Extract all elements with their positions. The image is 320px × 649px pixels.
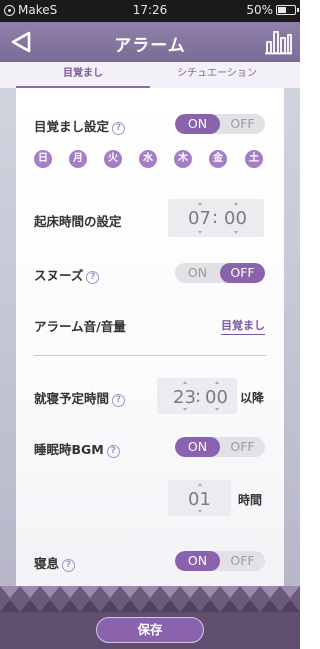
sleep-breath-row: 寝息?	[34, 553, 76, 572]
duration-down-icon[interactable]	[198, 510, 202, 513]
alarm-setting-toggle[interactable]: ON OFF	[175, 114, 265, 134]
sleep-breath-toggle[interactable]: ON OFF	[175, 551, 265, 571]
day-saturday[interactable]: 土	[245, 150, 263, 168]
bedtime-separator: :	[195, 386, 202, 407]
day-thursday[interactable]: 木	[174, 150, 192, 168]
alarm-sound-link[interactable]: 目覚まし	[221, 317, 265, 335]
toggle-off[interactable]: OFF	[220, 114, 265, 134]
help-icon[interactable]: ?	[62, 559, 76, 572]
bgm-duration-unit: 時間	[238, 493, 263, 507]
weekday-selector: 日 月 火 水 木 金 土	[34, 150, 266, 170]
wake-hour-up-icon[interactable]	[198, 202, 202, 205]
help-icon[interactable]: ?	[106, 445, 120, 458]
day-tuesday[interactable]: 火	[104, 150, 122, 168]
side-decoration-right	[284, 88, 300, 586]
day-sunday[interactable]: 日	[34, 150, 52, 168]
alarm-setting-row: 目覚まし設定?	[34, 116, 126, 135]
toggle-on[interactable]: ON	[175, 114, 220, 134]
sleep-bgm-row: 睡眠時BGM?	[34, 439, 120, 458]
wake-hour-down-icon[interactable]	[198, 231, 202, 234]
bedtime-hour-down-icon[interactable]	[183, 408, 187, 411]
alarm-sound-label: アラーム音/音量	[34, 319, 126, 334]
sleep-breath-label: 寝息	[34, 556, 60, 571]
bgm-duration-value[interactable]: 01	[188, 489, 211, 510]
bedtime-row: 就寝予定時間?	[34, 388, 126, 407]
tab-bar: 目覚まし シチュエーション	[0, 62, 300, 88]
sleep-bgm-label: 睡眠時BGM	[34, 442, 104, 457]
day-monday[interactable]: 月	[69, 150, 87, 168]
footer-pattern	[0, 586, 300, 612]
alarm-setting-label: 目覚まし設定	[34, 119, 110, 134]
toggle-off[interactable]: OFF	[220, 551, 265, 571]
status-battery: 50%	[246, 3, 299, 17]
toggle-on[interactable]: ON	[175, 551, 220, 571]
duration-up-icon[interactable]	[198, 483, 202, 486]
bedtime-hour-up-icon[interactable]	[183, 381, 187, 384]
bar-chart-icon[interactable]	[264, 29, 292, 55]
wake-time-picker[interactable]: 07 : 00	[168, 199, 264, 237]
toggle-on[interactable]: ON	[175, 263, 220, 283]
toggle-off[interactable]: OFF	[220, 437, 265, 457]
side-decoration-left	[0, 88, 16, 586]
wake-time-label: 起床時間の設定	[34, 214, 122, 229]
bedtime-minute[interactable]: 00	[205, 387, 228, 408]
tab-alarm[interactable]: 目覚まし	[16, 62, 150, 88]
wake-hour[interactable]: 07	[188, 208, 211, 229]
help-icon[interactable]: ?	[86, 271, 100, 284]
status-bar: MakeS 17:26 50%	[0, 0, 300, 22]
toggle-off[interactable]: OFF	[220, 263, 265, 283]
save-button[interactable]: 保存	[96, 617, 204, 643]
wake-minute-up-icon[interactable]	[234, 202, 238, 205]
page-title: アラーム	[114, 36, 186, 56]
bedtime-picker[interactable]: 23 : 00	[157, 378, 237, 414]
bedtime-label: 就寝予定時間	[34, 391, 110, 406]
section-divider	[34, 355, 266, 356]
day-friday[interactable]: 金	[209, 150, 227, 168]
tab-situation[interactable]: シチュエーション	[150, 62, 284, 88]
sleep-bgm-toggle[interactable]: ON OFF	[175, 437, 265, 457]
bgm-duration-picker[interactable]: 01	[168, 480, 231, 516]
wake-separator: :	[212, 207, 219, 228]
toggle-on[interactable]: ON	[175, 437, 220, 457]
bedtime-minute-down-icon[interactable]	[215, 408, 219, 411]
bedtime-minute-up-icon[interactable]	[215, 381, 219, 384]
app-header: アラーム	[0, 22, 300, 62]
help-icon[interactable]: ?	[112, 122, 126, 135]
battery-icon	[276, 5, 299, 15]
day-wednesday[interactable]: 水	[139, 150, 157, 168]
wake-minute-down-icon[interactable]	[234, 231, 238, 234]
battery-percent: 50%	[246, 3, 273, 17]
snooze-row: スヌーズ?	[34, 265, 100, 284]
snooze-toggle[interactable]: ON OFF	[175, 263, 265, 283]
wake-minute[interactable]: 00	[224, 208, 247, 229]
bedtime-hour[interactable]: 23	[173, 387, 196, 408]
snooze-label: スヌーズ	[34, 268, 84, 283]
bedtime-suffix: 以降	[240, 391, 265, 405]
help-icon[interactable]: ?	[112, 394, 126, 407]
